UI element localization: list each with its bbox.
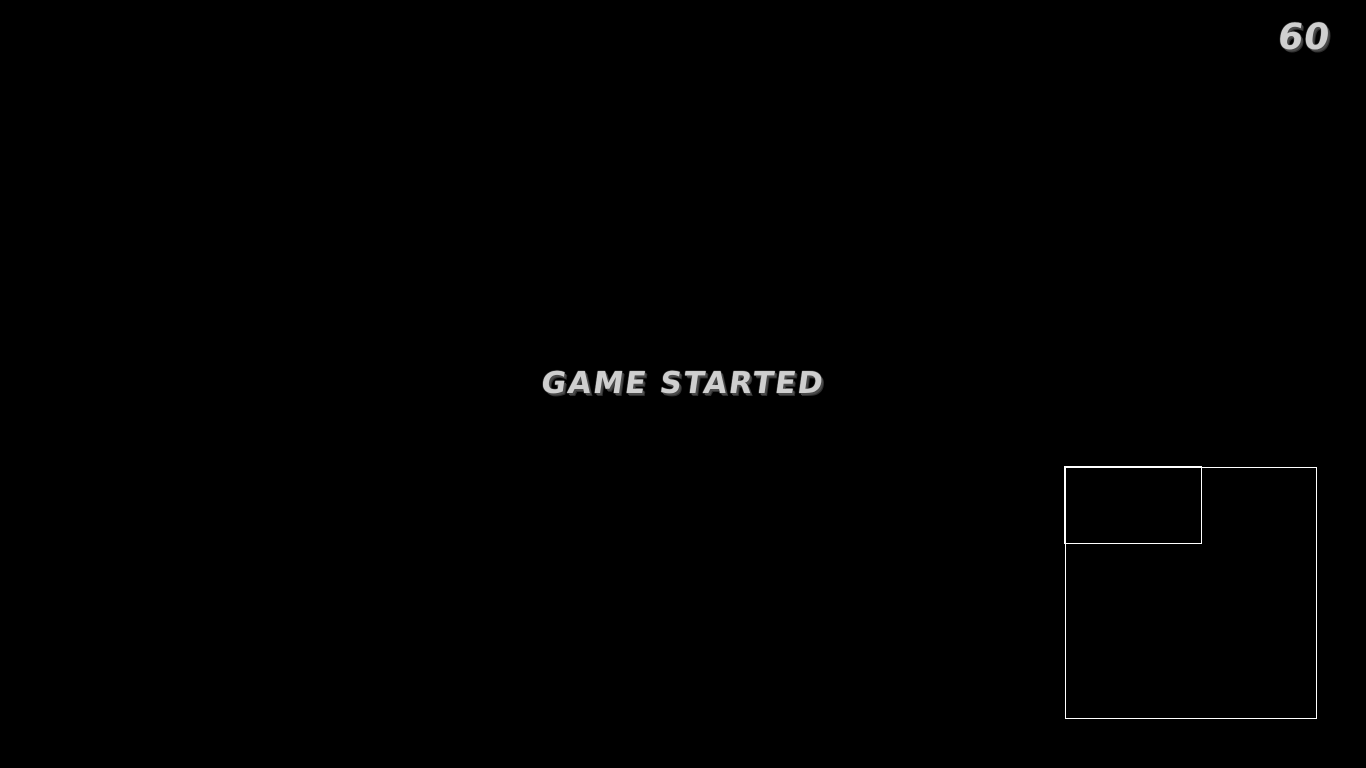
fps-counter: 60 xyxy=(1275,17,1333,58)
minimap-viewport-indicator[interactable] xyxy=(1064,466,1202,544)
game-status-message: GAME STARTED xyxy=(539,366,828,401)
game-canvas[interactable]: 60 GAME STARTED xyxy=(0,0,1366,768)
minimap[interactable] xyxy=(1064,466,1317,719)
